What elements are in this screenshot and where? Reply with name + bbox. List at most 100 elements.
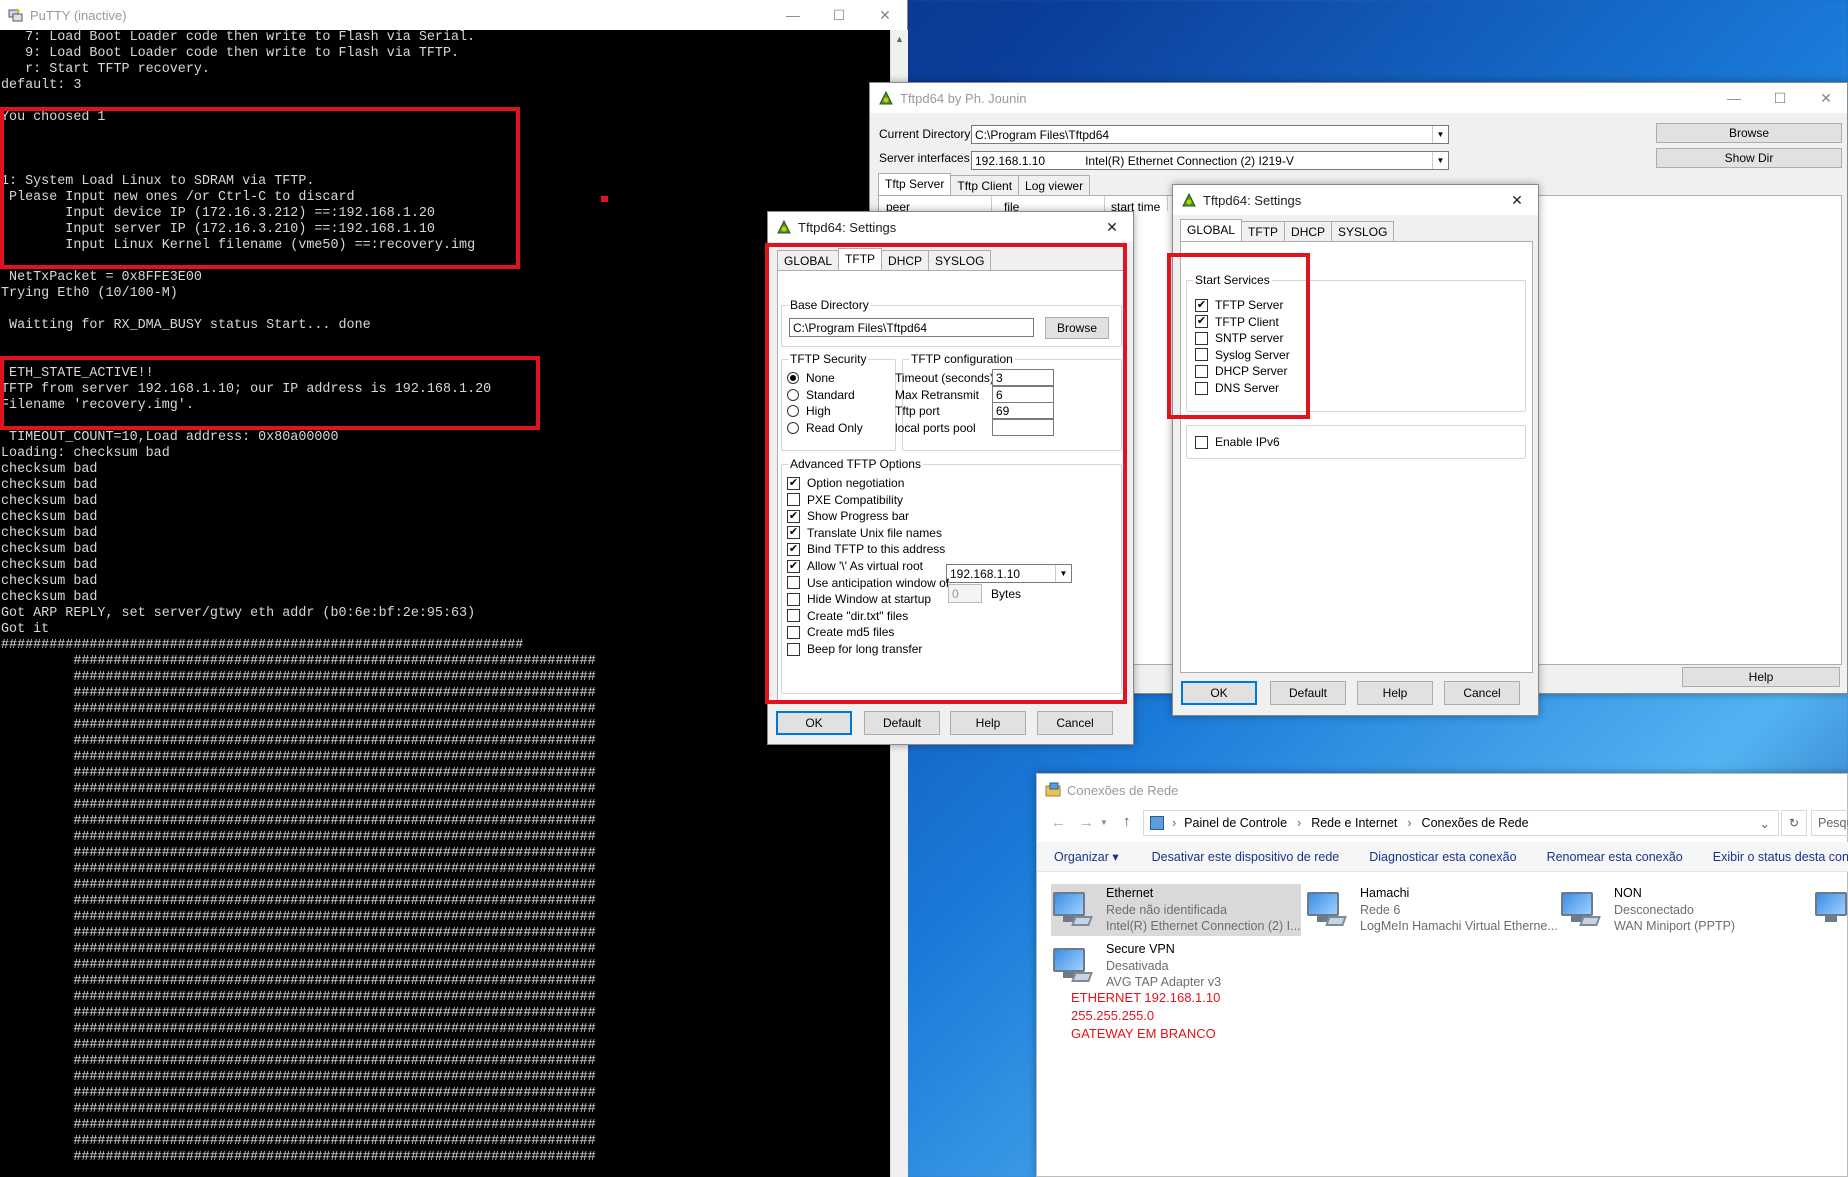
browse-button[interactable]: Browse (1656, 123, 1842, 143)
checkbox-box[interactable]: ✔ (787, 542, 800, 556)
checkbox-box[interactable]: ✔ (787, 509, 800, 523)
bind-address-combo[interactable]: 192.168.1.10 ▼ (946, 564, 1072, 583)
radio-circle[interactable] (787, 421, 799, 434)
maximize-icon[interactable]: ☐ (1757, 83, 1803, 113)
diagnose-connection-button[interactable]: Diagnosticar esta conexão (1369, 850, 1516, 864)
tab-tftp-server[interactable]: Tftp Server (878, 173, 952, 195)
config-field-input[interactable] (992, 418, 1054, 436)
tab-log-viewer[interactable]: Log viewer (1018, 175, 1091, 195)
checkbox-box[interactable]: ✔ (787, 559, 800, 573)
checkbox-box[interactable]: ✔ (787, 476, 800, 490)
minimize-icon[interactable]: — (1711, 83, 1757, 113)
minimize-icon[interactable]: — (770, 0, 816, 30)
tab-global[interactable]: GLOBAL (777, 250, 840, 270)
organize-menu[interactable]: Organizar ▾ (1054, 849, 1119, 864)
advanced-option-checkbox[interactable]: ✔ Option negotiation (787, 476, 904, 490)
cancel-button[interactable]: Cancel (1037, 711, 1113, 735)
close-icon[interactable]: ✕ (1494, 185, 1540, 215)
close-icon[interactable]: ✕ (862, 0, 908, 30)
advanced-option-checkbox[interactable]: Use anticipation window of (787, 576, 949, 590)
terminal-output[interactable]: 7: Load Boot Loader code then write to F… (0, 30, 890, 1177)
advanced-option-checkbox[interactable]: ✔ Allow '\' As virtual root (787, 559, 923, 573)
tftpd-main-titlebar[interactable]: Tftpd64 by Ph. Jounin (870, 83, 1847, 113)
checkbox-box[interactable] (787, 625, 800, 639)
default-button[interactable]: Default (864, 711, 940, 735)
help-button[interactable]: Help (950, 711, 1026, 735)
advanced-option-checkbox[interactable]: Hide Window at startup (787, 592, 931, 606)
ok-button[interactable]: OK (776, 711, 852, 735)
radio-circle[interactable] (787, 388, 799, 401)
up-icon[interactable]: ↑ (1123, 813, 1131, 830)
checkbox-box[interactable] (1195, 381, 1208, 395)
advanced-option-checkbox[interactable]: Create "dir.txt" files (787, 609, 908, 623)
advanced-option-checkbox[interactable]: PXE Compatibility (787, 493, 903, 507)
connection-text[interactable]: Secure VPN Desativada AVG TAP Adapter v3 (1106, 941, 1221, 991)
breadcrumb-network-internet[interactable]: Rede e Internet (1311, 816, 1397, 830)
config-field-input[interactable]: 6 (992, 385, 1054, 403)
service-checkbox[interactable]: ✔ TFTP Client (1195, 315, 1279, 329)
checkbox-box[interactable] (1195, 348, 1208, 362)
close-icon[interactable]: ✕ (1089, 212, 1135, 242)
chevron-down-icon[interactable]: ▼ (1432, 126, 1448, 143)
anticipation-window-input[interactable]: 0 (948, 584, 982, 603)
server-interfaces-combo[interactable]: 192.168.1.10 Intel(R) Ethernet Connectio… (971, 151, 1449, 170)
current-directory-combo[interactable]: C:\Program Files\Tftpd64 ▼ (971, 125, 1449, 144)
connection-text[interactable]: NON Desconectado WAN Miniport (PPTP) (1614, 885, 1735, 935)
checkbox-box[interactable] (787, 609, 800, 623)
advanced-option-checkbox[interactable]: ✔ Translate Unix file names (787, 526, 942, 540)
cancel-button[interactable]: Cancel (1444, 681, 1520, 705)
config-field-input[interactable]: 69 (992, 402, 1054, 420)
scroll-up-icon[interactable]: ▲ (891, 30, 908, 44)
tab-tftp-client[interactable]: Tftp Client (950, 175, 1020, 195)
recent-locations-icon[interactable]: ▼ (1100, 818, 1108, 827)
tab-tftp[interactable]: TFTP (838, 248, 883, 270)
service-checkbox[interactable]: SNTP server (1195, 331, 1283, 345)
advanced-option-checkbox[interactable]: Create md5 files (787, 625, 894, 639)
tab-global[interactable]: GLOBAL (1180, 219, 1243, 241)
config-field-input[interactable]: 3 (992, 369, 1054, 386)
breadcrumb-network-connections[interactable]: Conexões de Rede (1422, 816, 1529, 830)
address-bar[interactable]: › Painel de Controle › Rede e Internet ›… (1143, 810, 1779, 836)
security-radio[interactable]: Read Only (787, 421, 863, 435)
checkbox-box[interactable] (1195, 364, 1208, 378)
browse-button[interactable]: Browse (1045, 317, 1109, 339)
back-icon[interactable]: ← (1051, 814, 1066, 831)
service-checkbox[interactable]: ✔ TFTP Server (1195, 298, 1283, 312)
checkbox-box[interactable] (1195, 435, 1208, 449)
help-button[interactable]: Help (1682, 667, 1840, 687)
help-button[interactable]: Help (1357, 681, 1433, 705)
show-dir-button[interactable]: Show Dir (1656, 148, 1842, 168)
checkbox-box[interactable] (1195, 331, 1208, 345)
tab-syslog[interactable]: SYSLOG (1331, 221, 1395, 241)
checkbox-box[interactable] (787, 592, 800, 606)
forward-icon[interactable]: → (1079, 814, 1094, 831)
tab-dhcp[interactable]: DHCP (1284, 221, 1333, 241)
breadcrumb-control-panel[interactable]: Painel de Controle (1184, 816, 1287, 830)
advanced-option-checkbox[interactable]: ✔ Show Progress bar (787, 509, 909, 523)
refresh-icon[interactable]: ↻ (1781, 810, 1807, 836)
rename-connection-button[interactable]: Renomear esta conexão (1547, 850, 1683, 864)
checkbox-box[interactable]: ✔ (787, 526, 800, 540)
radio-circle[interactable] (787, 372, 799, 384)
default-button[interactable]: Default (1270, 681, 1346, 705)
checkbox-box[interactable] (787, 493, 800, 507)
service-checkbox[interactable]: DHCP Server (1195, 364, 1287, 378)
checkbox-box[interactable] (787, 642, 800, 656)
security-radio[interactable]: None (787, 371, 835, 385)
checkbox-box[interactable]: ✔ (1195, 315, 1208, 329)
advanced-option-checkbox[interactable]: ✔ Bind TFTP to this address (787, 542, 945, 556)
advanced-option-checkbox[interactable]: Beep for long transfer (787, 642, 922, 656)
tab-tftp[interactable]: TFTP (1241, 221, 1286, 241)
chevron-down-icon[interactable]: ▼ (1432, 152, 1448, 169)
disable-device-button[interactable]: Desativar este dispositivo de rede (1152, 850, 1340, 864)
settings-tftp-titlebar[interactable]: Tftpd64: Settings (768, 212, 1133, 242)
checkbox-box[interactable] (787, 576, 800, 590)
network-titlebar[interactable]: Conexões de Rede (1037, 774, 1847, 806)
security-radio[interactable]: High (787, 404, 831, 418)
close-icon[interactable]: ✕ (1803, 83, 1848, 113)
address-dropdown-icon[interactable]: ⌄ (1760, 816, 1770, 831)
settings-global-titlebar[interactable]: Tftpd64: Settings (1173, 185, 1538, 215)
enable-ipv6-checkbox[interactable]: Enable IPv6 (1195, 435, 1280, 449)
checkbox-box[interactable]: ✔ (1195, 298, 1208, 312)
security-radio[interactable]: Standard (787, 388, 855, 402)
